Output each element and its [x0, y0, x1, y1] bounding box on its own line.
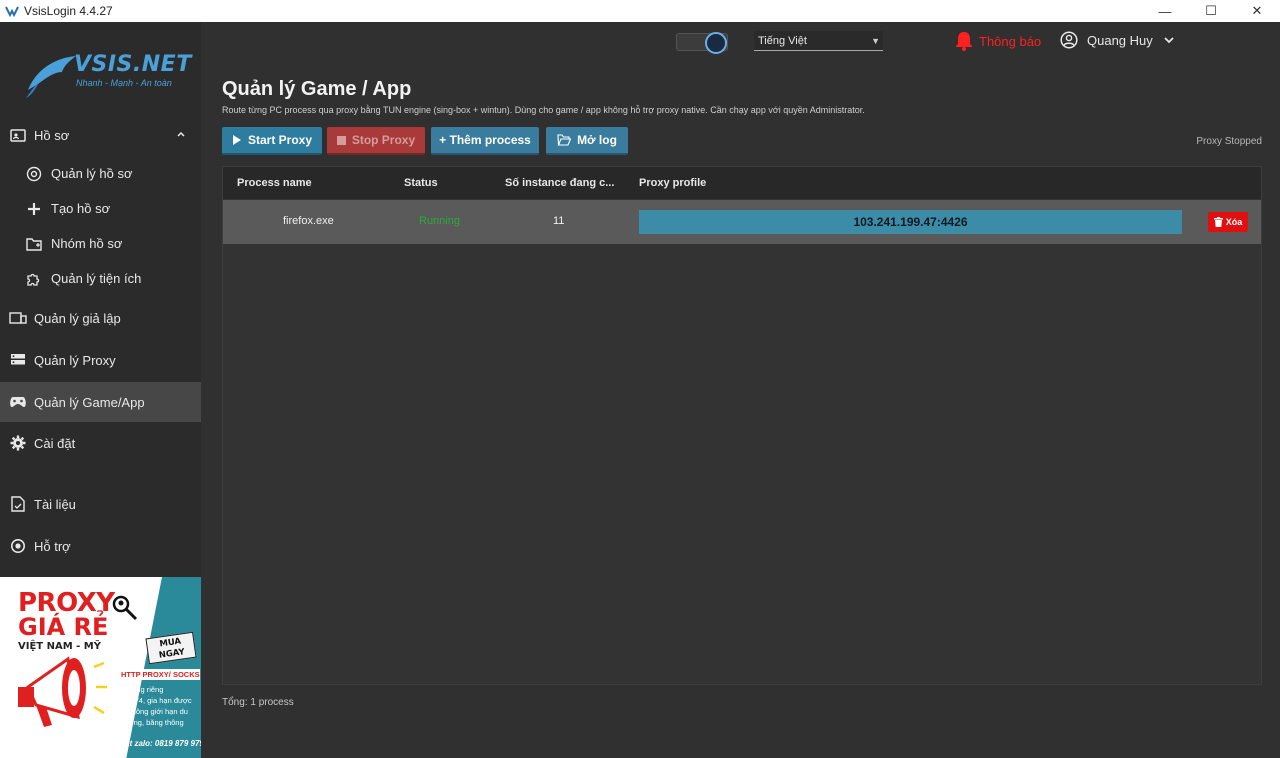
open-log-button[interactable]: Mở log — [546, 127, 628, 155]
sidebar-item-create-profile[interactable]: Tạo hồ sơ — [0, 191, 201, 226]
search-icon — [112, 595, 138, 621]
app-logo-icon — [4, 3, 20, 19]
sidebar-item-label: Cài đặt — [34, 435, 76, 451]
sidebar-item-label: Quản lý Proxy — [34, 352, 116, 368]
promo-bullet: • IPV4, gia hạn được — [122, 696, 192, 705]
sidebar-item-label: Quản lý tiện ích — [51, 271, 142, 286]
chevron-down-icon — [1164, 37, 1174, 44]
start-proxy-button[interactable]: Start Proxy — [222, 127, 322, 155]
promo-bullet: • Dùng riêng — [122, 685, 164, 694]
sidebar-item-emulators[interactable]: Quản lý giả lập — [0, 298, 201, 338]
chevron-up-icon[interactable] — [176, 127, 186, 142]
delete-button[interactable]: Xóa — [1208, 212, 1248, 232]
sidebar-item-profile-groups[interactable]: Nhóm hồ sơ — [0, 226, 201, 261]
trash-icon — [1213, 217, 1223, 227]
process-name: firefox.exe — [283, 215, 334, 227]
sidebar-item-label: Quản lý Game/App — [34, 394, 145, 410]
bell-icon — [956, 32, 972, 51]
support-icon — [9, 537, 27, 555]
plus-icon — [25, 200, 43, 218]
moon-icon — [705, 32, 727, 54]
sidebar-item-proxy[interactable]: Quản lý Proxy — [0, 340, 201, 380]
folder-group-icon — [25, 235, 43, 253]
process-table: Process name Status Số instance đang c..… — [222, 166, 1262, 685]
sidebar-item-docs[interactable]: Tài liệu — [0, 484, 201, 524]
promo-subtitle: GIÁ RẺ — [18, 613, 109, 641]
brand-slogan: Nhanh - Mạnh - An toàn — [76, 78, 172, 88]
sidebar-item-support[interactable]: Hỗ trợ — [0, 526, 201, 566]
sidebar-item-label: Nhóm hồ sơ — [51, 236, 123, 251]
sidebar-item-label: Hỗ trợ — [34, 538, 71, 554]
sidebar-item-label: Tài liệu — [34, 496, 76, 512]
folder-open-icon — [557, 134, 572, 146]
stop-proxy-button[interactable]: Stop Proxy — [327, 127, 425, 155]
server-icon — [9, 351, 27, 369]
sidebar: VSIS.NET Nhanh - Mạnh - An toàn Hồ sơ Qu… — [0, 22, 201, 758]
emulator-icon — [9, 309, 27, 327]
sidebar-item-label: Quản lý hồ sơ — [51, 166, 133, 181]
caret-down-icon: ▼ — [871, 36, 880, 46]
column-header[interactable]: Process name — [237, 177, 312, 189]
gear-icon — [9, 434, 27, 452]
table-row[interactable]: firefox.exe Running 11 103.241.199.47:44… — [223, 200, 1261, 244]
sidebar-item-extensions[interactable]: Quản lý tiện ích — [0, 261, 201, 296]
document-icon — [9, 495, 27, 513]
promo-title: PROXY — [18, 588, 115, 618]
proxy-status-text: Proxy Stopped — [1196, 136, 1262, 147]
column-header[interactable]: Proxy profile — [639, 177, 706, 189]
brand-logo: VSIS.NET Nhanh - Mạnh - An toàn — [24, 42, 191, 112]
instance-count: 11 — [553, 215, 565, 227]
sidebar-item-label: Quản lý giả lập — [34, 310, 121, 326]
process-status: Running — [419, 215, 460, 227]
play-icon — [232, 135, 242, 145]
promo-buy-now[interactable]: MUA NGAY — [145, 631, 197, 665]
maximize-button[interactable]: ☐ — [1188, 0, 1234, 22]
user-menu[interactable]: Quang Huy — [1060, 31, 1175, 49]
window-titlebar: VsisLogin 4.4.27 — ☐ ✕ — [0, 0, 1280, 22]
notification-label: Thông báo — [979, 33, 1042, 49]
gamepad-icon — [9, 393, 27, 411]
promo-banner[interactable]: PROXY GIÁ RẺ VIỆT NAM - MỸ MUA NGAY HTTP… — [0, 577, 201, 758]
promo-tag: HTTP PROXY/ SOCKS — [118, 669, 200, 680]
sidebar-item-label: Hồ sơ — [34, 127, 70, 143]
sidebar-item-game-app[interactable]: Quản lý Game/App — [0, 382, 201, 422]
theme-toggle[interactable] — [676, 32, 728, 54]
notification-button[interactable]: Thông báo — [955, 31, 1041, 51]
column-header[interactable]: Số instance đang c... — [505, 177, 614, 189]
minimize-button[interactable]: — — [1142, 0, 1188, 22]
close-button[interactable]: ✕ — [1234, 0, 1280, 22]
sidebar-item-profiles[interactable]: Hồ sơ — [0, 115, 201, 155]
sidebar-item-label: Tạo hồ sơ — [51, 201, 111, 216]
profile-folder-icon — [9, 126, 27, 144]
sidebar-item-manage-profiles[interactable]: Quản lý hồ sơ — [0, 156, 201, 191]
promo-bullet: lượng, băng thông — [122, 718, 184, 727]
stop-icon — [336, 135, 346, 145]
promo-contact: Liên hệ: vsis.net - chat zalo: 0819 879 … — [46, 739, 201, 748]
page-description: Route từng PC process qua proxy bằng TUN… — [222, 105, 865, 115]
proxy-profile-select[interactable]: 103.241.199.47:4426 — [639, 210, 1182, 234]
megaphone-icon — [18, 656, 107, 727]
table-header: Process name Status Số instance đang c..… — [223, 167, 1261, 199]
add-process-button[interactable]: + Thêm process — [431, 127, 539, 155]
user-avatar-icon — [1060, 31, 1078, 49]
page-title: Quản lý Game / App — [222, 78, 412, 100]
total-count: Tổng: 1 process — [222, 697, 294, 708]
language-select[interactable]: Tiếng Việt ▼ — [754, 31, 883, 51]
user-name: Quang Huy — [1087, 32, 1153, 48]
chrome-icon — [25, 165, 43, 183]
puzzle-icon — [25, 270, 43, 288]
column-header[interactable]: Status — [404, 177, 438, 189]
brand-name: VSIS.NET — [74, 52, 192, 77]
sidebar-item-settings[interactable]: Cài đặt — [0, 423, 201, 463]
promo-bullet: • Không giới hạn du — [122, 707, 188, 716]
window-title: VsisLogin 4.4.27 — [24, 4, 113, 18]
language-value: Tiếng Việt — [758, 35, 807, 47]
